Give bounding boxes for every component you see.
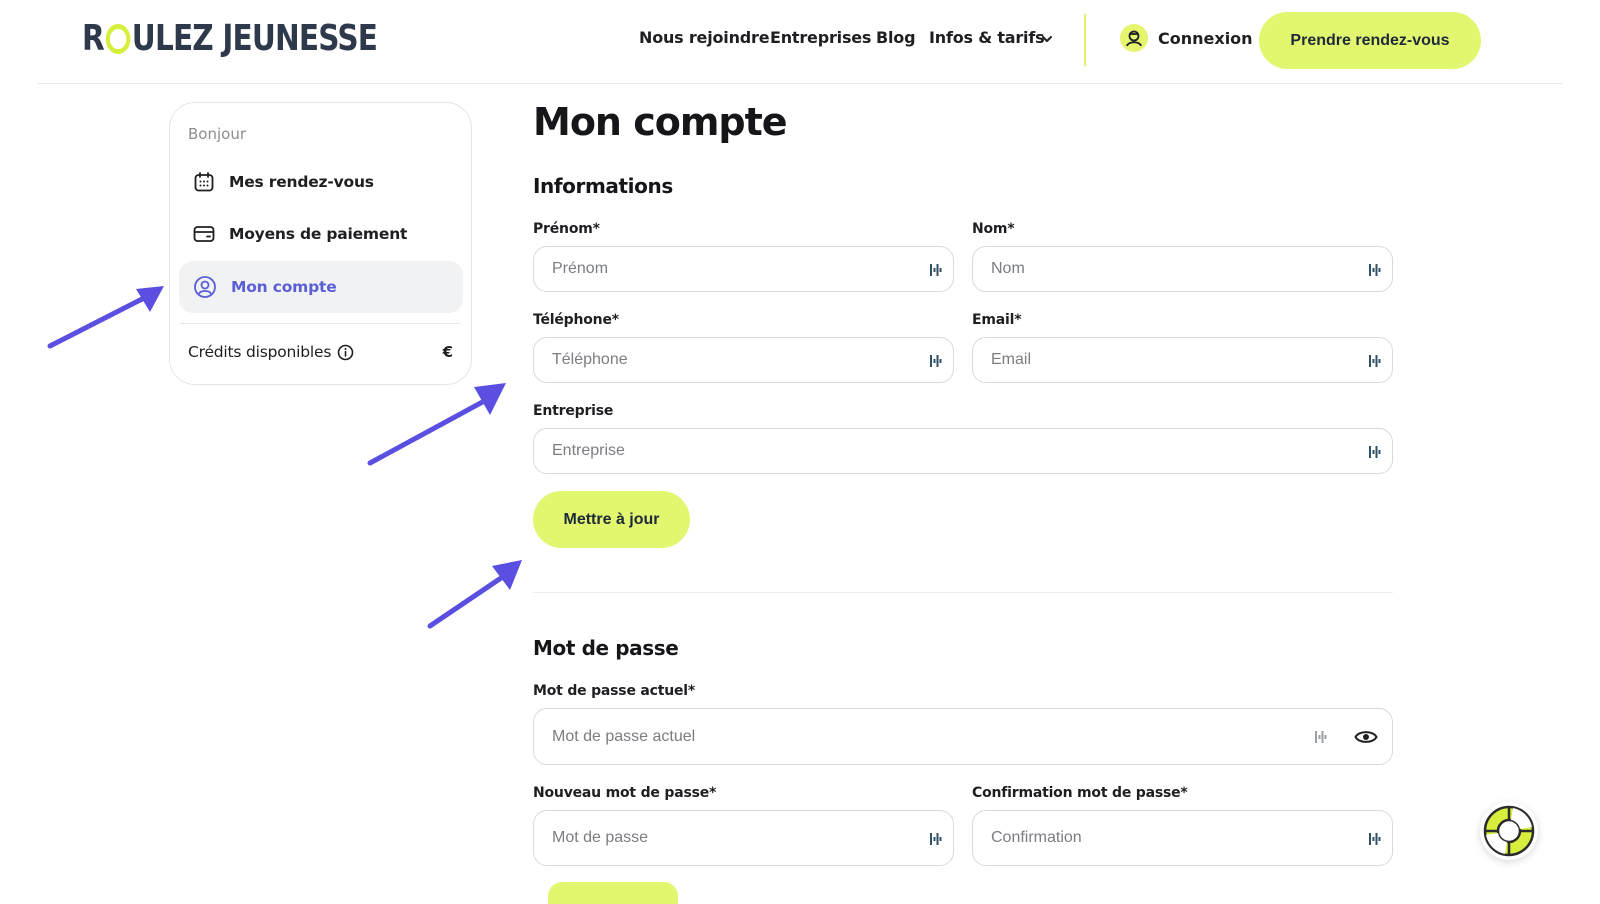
confirm-password-field-wrapper bbox=[972, 810, 1393, 866]
section-title-password: Mot de passe bbox=[533, 636, 679, 660]
password-manager-icon[interactable] bbox=[929, 261, 943, 279]
credit-card-icon bbox=[193, 226, 215, 242]
lastname-label: Nom* bbox=[972, 221, 1015, 237]
sidebar-item-label: Mon compte bbox=[231, 278, 337, 296]
email-field-wrapper bbox=[972, 337, 1393, 383]
page-title: Mon compte bbox=[533, 100, 788, 144]
phone-label: Téléphone* bbox=[533, 312, 619, 328]
login-link[interactable]: Connexion bbox=[1120, 24, 1253, 52]
account-sidebar: Bonjour Mes rendez-vous Moyens de paieme… bbox=[169, 102, 472, 385]
password-manager-icon[interactable] bbox=[929, 352, 943, 370]
book-appointment-button[interactable]: Prendre rendez-vous bbox=[1259, 12, 1481, 69]
new-password-input[interactable] bbox=[534, 811, 953, 865]
sidebar-item-label: Moyens de paiement bbox=[229, 225, 408, 243]
annotation-arrow-icon bbox=[367, 383, 506, 466]
sidebar-item-appointments[interactable]: Mes rendez-vous bbox=[179, 156, 463, 208]
sidebar-item-payment[interactable]: Moyens de paiement bbox=[179, 208, 463, 260]
confirm-password-input[interactable] bbox=[973, 811, 1392, 865]
info-icon[interactable] bbox=[337, 344, 354, 361]
annotation-arrow-icon bbox=[47, 286, 164, 349]
header-divider bbox=[38, 83, 1562, 84]
current-password-label: Mot de passe actuel* bbox=[533, 683, 696, 699]
nav-entreprises[interactable]: Entreprises bbox=[770, 28, 871, 47]
credits-label: Crédits disponibles bbox=[188, 343, 332, 361]
user-circle-icon bbox=[194, 276, 216, 298]
site-header: R ULEZ JEUNESSE Nous rejoindre Entrepris… bbox=[0, 0, 1600, 84]
firstname-field-wrapper bbox=[533, 246, 954, 292]
user-avatar-icon bbox=[1120, 24, 1148, 52]
nav-blog[interactable]: Blog bbox=[876, 28, 916, 47]
lastname-field-wrapper bbox=[972, 246, 1393, 292]
logo-text-start: R bbox=[82, 18, 105, 59]
credits-value: € bbox=[442, 343, 453, 361]
current-password-field-wrapper bbox=[533, 708, 1393, 765]
password-manager-icon[interactable] bbox=[1314, 728, 1328, 746]
credits-row: Crédits disponibles bbox=[188, 343, 354, 361]
current-password-input[interactable] bbox=[534, 709, 1392, 764]
login-label: Connexion bbox=[1158, 28, 1253, 48]
password-manager-icon[interactable] bbox=[1368, 830, 1382, 848]
calendar-icon bbox=[194, 172, 214, 192]
sidebar-item-account[interactable]: Mon compte bbox=[179, 261, 463, 313]
section-divider bbox=[533, 592, 1393, 593]
eye-icon[interactable] bbox=[1354, 729, 1378, 745]
password-manager-icon[interactable] bbox=[1368, 443, 1382, 461]
nav-infos-tarifs[interactable]: Infos & tarifs bbox=[929, 28, 1045, 47]
company-input[interactable] bbox=[534, 429, 1392, 473]
logo-ring-icon bbox=[105, 23, 131, 54]
new-password-label: Nouveau mot de passe* bbox=[533, 785, 717, 801]
lifebuoy-icon bbox=[1483, 805, 1535, 857]
lastname-input[interactable] bbox=[973, 247, 1392, 291]
password-manager-icon[interactable] bbox=[929, 830, 943, 848]
email-input[interactable] bbox=[973, 338, 1392, 382]
brand-logo[interactable]: R ULEZ JEUNESSE bbox=[82, 18, 378, 59]
annotation-arrow-icon bbox=[427, 560, 522, 629]
sidebar-item-label: Mes rendez-vous bbox=[229, 173, 374, 191]
sidebar-divider bbox=[180, 323, 461, 324]
firstname-label: Prénom* bbox=[533, 221, 600, 237]
help-widget-button[interactable] bbox=[1480, 802, 1538, 860]
password-manager-icon[interactable] bbox=[1368, 352, 1382, 370]
confirm-password-label: Confirmation mot de passe* bbox=[972, 785, 1188, 801]
update-info-button[interactable]: Mettre à jour bbox=[533, 491, 690, 548]
nav-divider bbox=[1084, 14, 1086, 66]
chevron-down-icon[interactable] bbox=[1038, 30, 1056, 48]
nav-nous-rejoindre[interactable]: Nous rejoindre bbox=[639, 28, 770, 47]
logo-text-end: ULEZ JEUNESSE bbox=[131, 18, 378, 59]
new-password-field-wrapper bbox=[533, 810, 954, 866]
phone-field-wrapper bbox=[533, 337, 954, 383]
sidebar-greeting: Bonjour bbox=[188, 125, 246, 143]
company-label: Entreprise bbox=[533, 403, 614, 419]
company-field-wrapper bbox=[533, 428, 1393, 474]
email-label: Email* bbox=[972, 312, 1022, 328]
firstname-input[interactable] bbox=[534, 247, 953, 291]
section-title-informations: Informations bbox=[533, 174, 673, 198]
password-manager-icon[interactable] bbox=[1368, 261, 1382, 279]
phone-input[interactable] bbox=[534, 338, 953, 382]
update-password-button[interactable] bbox=[548, 882, 678, 904]
